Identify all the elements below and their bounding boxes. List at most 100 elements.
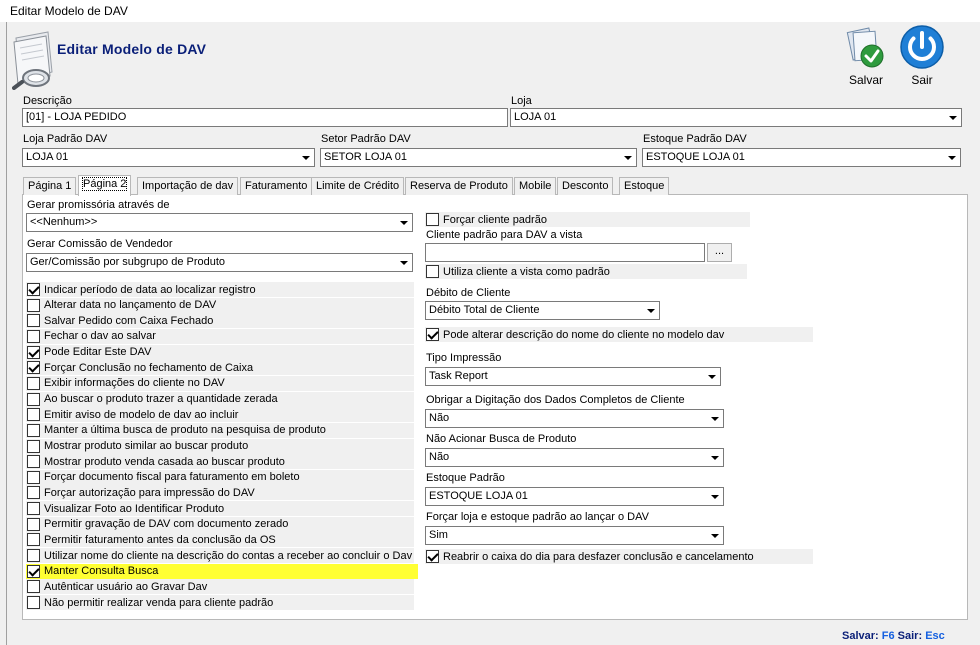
chevron-down-icon[interactable] bbox=[298, 150, 313, 165]
window-titlebar: Editar Modelo de DAV bbox=[0, 0, 980, 22]
checkbox-box[interactable] bbox=[426, 265, 439, 278]
tab-pagina-2[interactable]: Página 2 bbox=[78, 175, 132, 196]
option-checkbox[interactable]: Autênticar usuário ao Gravar Dav bbox=[26, 579, 414, 595]
descricao-input[interactable]: [01] - LOJA PEDIDO bbox=[22, 108, 508, 127]
option-checkbox[interactable]: Emitir aviso de modelo de dav ao incluir bbox=[26, 407, 414, 423]
setor-padrao-value: SETOR LOJA 01 bbox=[324, 151, 407, 163]
loja-select[interactable]: LOJA 01 bbox=[510, 108, 962, 127]
option-checkbox[interactable]: Mostrar produto venda casada ao buscar p… bbox=[26, 454, 414, 470]
tab-faturamento[interactable]: Faturamento bbox=[240, 177, 313, 195]
chevron-down-icon[interactable] bbox=[704, 369, 719, 384]
checkbox-box[interactable] bbox=[27, 392, 40, 406]
chevron-down-icon[interactable] bbox=[396, 215, 411, 230]
checkbox-box[interactable] bbox=[27, 470, 40, 484]
option-label: Indicar período de data ao localizar reg… bbox=[44, 283, 256, 296]
chevron-down-icon[interactable] bbox=[945, 110, 960, 125]
chevron-down-icon[interactable] bbox=[643, 303, 658, 318]
option-checkbox[interactable]: Permitir gravação de DAV com documento z… bbox=[26, 516, 414, 532]
checkbox-box[interactable] bbox=[426, 550, 439, 563]
option-checkbox[interactable]: Fechar o dav ao salvar bbox=[26, 328, 414, 344]
checkbox-box[interactable] bbox=[426, 213, 439, 226]
checkbox-box[interactable] bbox=[426, 328, 439, 341]
cliente-padrao-input[interactable] bbox=[425, 243, 705, 262]
alterar-descricao-checkbox[interactable]: Pode alterar descrição do nome do client… bbox=[425, 327, 813, 342]
forcar-loja-value: Sim bbox=[429, 529, 448, 541]
forcar-loja-select[interactable]: Sim bbox=[425, 526, 724, 545]
checkbox-box[interactable] bbox=[27, 298, 40, 312]
option-label: Permitir gravação de DAV com documento z… bbox=[44, 518, 289, 531]
option-checkbox[interactable]: Salvar Pedido com Caixa Fechado bbox=[26, 313, 414, 329]
chevron-down-icon[interactable] bbox=[944, 150, 959, 165]
checkbox-box[interactable] bbox=[27, 361, 40, 375]
estoque-padrao-dav-select[interactable]: ESTOQUE LOJA 01 bbox=[642, 148, 961, 167]
checkbox-box[interactable] bbox=[27, 517, 40, 531]
option-checkbox[interactable]: Indicar período de data ao localizar reg… bbox=[26, 282, 414, 297]
chevron-down-icon[interactable] bbox=[707, 450, 722, 465]
checkbox-box[interactable] bbox=[27, 439, 40, 453]
option-checkbox[interactable]: Utilizar nome do cliente na descrição do… bbox=[26, 548, 414, 564]
nao-acionar-select[interactable]: Não bbox=[425, 448, 724, 467]
option-checkbox[interactable]: Manter a última busca de produto na pesq… bbox=[26, 422, 414, 438]
option-checkbox[interactable]: Forçar autorização para impressão do DAV bbox=[26, 485, 414, 501]
tab-mobile[interactable]: Mobile bbox=[514, 177, 557, 195]
option-checkbox[interactable]: Pode Editar Este DAV bbox=[26, 344, 414, 360]
loja-padrao-value: LOJA 01 bbox=[26, 151, 69, 163]
utiliza-cliente-checkbox[interactable]: Utiliza cliente a vista como padrão bbox=[425, 264, 747, 279]
save-button[interactable]: Salvar bbox=[842, 26, 890, 88]
checkbox-box[interactable] bbox=[27, 455, 40, 469]
checkbox-box[interactable] bbox=[27, 376, 40, 390]
tab-limite-credito[interactable]: Limite de Crédito bbox=[311, 177, 405, 195]
tab-importacao[interactable]: Importação de dav bbox=[137, 177, 239, 195]
setor-padrao-select[interactable]: SETOR LOJA 01 bbox=[320, 148, 637, 167]
chevron-down-icon[interactable] bbox=[707, 411, 722, 426]
tab-desconto[interactable]: Desconto bbox=[557, 177, 614, 195]
option-checkbox[interactable]: Manter Consulta Busca bbox=[26, 563, 418, 579]
chevron-down-icon[interactable] bbox=[707, 489, 722, 504]
option-checkbox[interactable]: Mostrar produto similar ao buscar produt… bbox=[26, 438, 414, 454]
loja-padrao-select[interactable]: LOJA 01 bbox=[22, 148, 315, 167]
checkbox-box[interactable] bbox=[27, 345, 40, 359]
checkbox-box[interactable] bbox=[27, 283, 40, 296]
promissoria-label: Gerar promissória através de bbox=[27, 199, 170, 211]
checkbox-box[interactable] bbox=[27, 596, 40, 609]
option-checkbox[interactable]: Permitir faturamento antes da conclusão … bbox=[26, 532, 414, 548]
checkbox-box[interactable] bbox=[27, 408, 40, 422]
chevron-down-icon[interactable] bbox=[620, 150, 635, 165]
save-label: Salvar bbox=[848, 73, 883, 87]
checkbox-box[interactable] bbox=[27, 580, 40, 594]
debito-select[interactable]: Débito Total de Cliente bbox=[425, 301, 660, 320]
tab-pagina-1[interactable]: Página 1 bbox=[23, 177, 77, 195]
checkbox-box[interactable] bbox=[27, 502, 40, 516]
promissoria-select[interactable]: <<Nenhum>> bbox=[26, 213, 413, 232]
estoque-padrao-select[interactable]: ESTOQUE LOJA 01 bbox=[425, 487, 724, 506]
checkbox-box[interactable] bbox=[27, 423, 40, 437]
forcar-cliente-checkbox[interactable]: Forçar cliente padrão bbox=[425, 212, 750, 227]
option-checkbox[interactable]: Forçar Conclusão no fechamento de Caixa bbox=[26, 360, 414, 376]
obrigar-digitacao-label: Obrigar a Digitação dos Dados Completos … bbox=[426, 394, 685, 406]
option-checkbox[interactable]: Ao buscar o produto trazer a quantidade … bbox=[26, 391, 414, 407]
option-checkbox[interactable]: Exibir informações do cliente no DAV bbox=[26, 375, 414, 391]
option-checkbox[interactable]: Forçar documento fiscal para faturamento… bbox=[26, 469, 414, 485]
exit-label: Sair bbox=[911, 73, 933, 87]
checkbox-box[interactable] bbox=[27, 329, 40, 343]
option-checkbox[interactable]: Alterar data no lançamento de DAV bbox=[26, 297, 414, 313]
comissao-select[interactable]: Ger/Comissão por subgrupo de Produto bbox=[26, 253, 413, 272]
checkbox-box[interactable] bbox=[27, 314, 40, 328]
option-checkbox[interactable]: Visualizar Foto ao Identificar Produto bbox=[26, 501, 414, 517]
chevron-down-icon[interactable] bbox=[396, 255, 411, 270]
checkbox-box[interactable] bbox=[27, 486, 40, 500]
cliente-padrao-label: Cliente padrão para DAV a vista bbox=[426, 229, 583, 241]
option-label: Manter Consulta Busca bbox=[44, 565, 159, 578]
chevron-down-icon[interactable] bbox=[707, 528, 722, 543]
checkbox-box[interactable] bbox=[27, 564, 40, 578]
reabrir-caixa-checkbox[interactable]: Reabrir o caixa do dia para desfazer con… bbox=[425, 549, 813, 564]
checkbox-box[interactable] bbox=[27, 533, 40, 547]
option-checkbox[interactable]: Não permitir realizar venda para cliente… bbox=[26, 595, 414, 610]
checkbox-box[interactable] bbox=[27, 549, 40, 563]
tipo-impressao-select[interactable]: Task Report bbox=[425, 367, 721, 386]
exit-button[interactable]: Sair bbox=[896, 24, 948, 88]
tab-reserva-produto[interactable]: Reserva de Produto bbox=[405, 177, 513, 195]
search-client-button[interactable]: ... bbox=[707, 243, 732, 262]
obrigar-digitacao-select[interactable]: Não bbox=[425, 409, 724, 428]
tab-estoque[interactable]: Estoque bbox=[619, 177, 670, 195]
